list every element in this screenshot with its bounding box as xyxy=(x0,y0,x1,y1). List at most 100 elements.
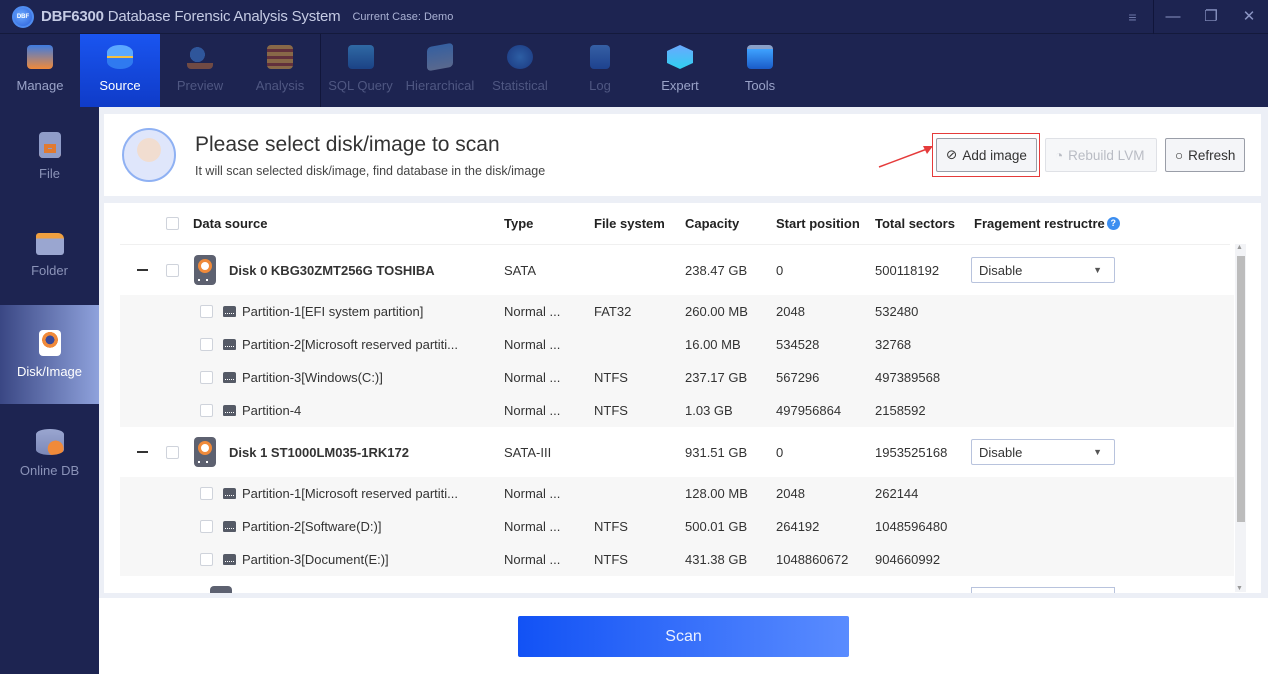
disk-type: SATA-III xyxy=(504,444,552,460)
col-fragment-restructure[interactable]: Fragement restructre ? xyxy=(974,203,1120,244)
partition-file-system: FAT32 xyxy=(594,304,632,319)
partition-row[interactable]: Partition-2[Software(D:)] Normal ... NTFS 5… xyxy=(120,510,1234,543)
partition-file-system: NTFS xyxy=(594,403,628,418)
fragment-select[interactable] xyxy=(971,587,1115,593)
disk-icon xyxy=(210,586,232,593)
file-icon xyxy=(38,132,61,158)
rebuild-lvm-button[interactable]: ◔ Rebuild LVM xyxy=(1045,138,1157,172)
select-all-checkbox[interactable] xyxy=(166,217,179,230)
partition-checkbox[interactable] xyxy=(200,553,213,566)
partition-drive-icon xyxy=(223,488,236,499)
app-name: Database Forensic Analysis System xyxy=(107,8,341,25)
scroll-down-icon[interactable]: ▼ xyxy=(1236,585,1243,592)
partition-type: Normal ... xyxy=(504,337,561,352)
disk-name: Disk 0 KBG30ZMT256G TOSHIBA xyxy=(229,262,435,278)
fragment-select[interactable]: Disable ▼ xyxy=(971,439,1115,465)
tab-tools[interactable]: Tools xyxy=(720,34,800,107)
partition-total-sectors: 497389568 xyxy=(875,370,941,385)
partition-checkbox[interactable] xyxy=(200,487,213,500)
page-subtitle: It will scan selected disk/image, find d… xyxy=(195,164,546,178)
partition-name: Partition-1[EFI system partition] xyxy=(242,304,424,319)
disk-start-position: 0 xyxy=(776,444,784,460)
sidebar-item-disk-image[interactable]: Disk/Image xyxy=(0,305,99,404)
sql-query-icon xyxy=(347,45,374,69)
disk-start-position: 0 xyxy=(776,262,784,278)
partition-capacity: 128.00 MB xyxy=(685,486,748,501)
partition-total-sectors: 2158592 xyxy=(875,403,926,418)
tab-preview[interactable]: Preview xyxy=(160,34,240,107)
sidebar-item-online-db[interactable]: Online DB xyxy=(0,404,99,503)
tab-analysis[interactable]: Analysis xyxy=(240,34,320,107)
partition-capacity: 431.38 GB xyxy=(685,552,748,567)
collapse-icon[interactable] xyxy=(137,269,148,271)
partition-checkbox[interactable] xyxy=(200,338,213,351)
scan-button[interactable]: Scan xyxy=(518,616,849,657)
table-header: Data source Type File system Capacity St… xyxy=(120,203,1230,245)
scroll-thumb[interactable] xyxy=(1237,256,1245,522)
close-button[interactable]: ✕ xyxy=(1230,0,1268,34)
preview-icon xyxy=(187,45,213,69)
tools-icon xyxy=(747,45,773,69)
partition-file-system: NTFS xyxy=(594,552,628,567)
partition-checkbox[interactable] xyxy=(200,305,213,318)
hierarchical-icon xyxy=(427,42,453,72)
sidebar-item-file[interactable]: File xyxy=(0,107,99,206)
fragment-select[interactable]: Disable ▼ xyxy=(971,257,1115,283)
disk-total-sectors: 1953525168 xyxy=(875,444,948,460)
tab-statistical[interactable]: Statistical xyxy=(480,34,560,107)
disk-checkbox[interactable] xyxy=(166,445,179,459)
col-file-system[interactable]: File system xyxy=(594,203,665,244)
minimize-button[interactable]: — xyxy=(1154,0,1192,34)
partition-row[interactable]: Partition-3[Windows(C:)] Normal ... NTFS 23… xyxy=(120,361,1234,394)
disk-checkbox[interactable] xyxy=(166,263,179,277)
chevron-down-icon: ▼ xyxy=(1093,265,1102,275)
help-icon[interactable]: ? xyxy=(1106,217,1120,230)
tab-sql-query[interactable]: SQL Query xyxy=(320,34,400,107)
partition-total-sectors: 1048596480 xyxy=(875,519,948,534)
tab-manage[interactable]: Manage xyxy=(0,34,80,107)
partition-row[interactable]: Partition-1[EFI system partition] Normal … xyxy=(120,295,1234,328)
analysis-icon xyxy=(267,45,293,69)
disk-row[interactable]: Disk 0 KBG30ZMT256G TOSHIBA SATA 238.47 GB… xyxy=(120,245,1234,295)
assistant-avatar xyxy=(122,128,176,182)
col-data-source[interactable]: Data source xyxy=(193,203,267,244)
partition-name: Partition-3[Windows(C:)] xyxy=(242,370,383,385)
disk-icon xyxy=(194,437,216,467)
partition-drive-icon xyxy=(223,554,236,565)
disk-capacity: 931.51 GB xyxy=(685,444,748,460)
partition-checkbox[interactable] xyxy=(200,371,213,384)
add-image-button[interactable]: ⊘ Add image xyxy=(936,138,1037,172)
col-capacity[interactable]: Capacity xyxy=(685,203,739,244)
collapse-icon[interactable] xyxy=(137,451,148,453)
log-icon xyxy=(590,45,610,69)
col-total-sectors[interactable]: Total sectors xyxy=(875,203,955,244)
menu-icon[interactable]: ≡ xyxy=(1112,0,1154,34)
data-source-table: Data source Type File system Capacity St… xyxy=(104,203,1261,593)
partition-checkbox[interactable] xyxy=(200,520,213,533)
app-code: DBF6300 xyxy=(41,8,104,25)
col-type[interactable]: Type xyxy=(504,203,533,244)
disk-row[interactable]: Disk 1 ST1000LM035-1RK172 SATA-III 931.51 … xyxy=(120,427,1234,477)
tab-log[interactable]: Log xyxy=(560,34,640,107)
source-icon xyxy=(107,45,133,69)
partition-row[interactable]: Partition-3[Document(E:)] Normal ... NTFS 4… xyxy=(120,543,1234,576)
partition-row[interactable]: Partition-1[Microsoft reserved partiti..… xyxy=(120,477,1234,510)
partition-capacity: 237.17 GB xyxy=(685,370,748,385)
partition-checkbox[interactable] xyxy=(200,404,213,417)
tab-expert[interactable]: Expert xyxy=(640,34,720,107)
tab-hierarchical[interactable]: Hierarchical xyxy=(400,34,480,107)
partition-row[interactable]: Partition-4 Normal ... NTFS 1.03 GB 49795686… xyxy=(120,394,1234,427)
refresh-button[interactable]: ○ Refresh xyxy=(1165,138,1245,172)
scroll-up-icon[interactable]: ▲ xyxy=(1236,244,1243,251)
window-controls: ≡ — ❐ ✕ xyxy=(1112,0,1268,34)
app-title: DBF6300 Database Forensic Analysis Syste… xyxy=(41,8,341,25)
table-scrollbar[interactable]: ▲ ▼ xyxy=(1235,244,1246,592)
tab-source[interactable]: Source xyxy=(80,34,160,107)
folder-icon xyxy=(35,233,64,255)
partition-type: Normal ... xyxy=(504,519,561,534)
restore-button[interactable]: ❐ xyxy=(1192,0,1230,34)
partition-row[interactable]: Partition-2[Microsoft reserved partiti..… xyxy=(120,328,1234,361)
disk-image-icon xyxy=(38,330,61,356)
sidebar-item-folder[interactable]: Folder xyxy=(0,206,99,305)
col-start-position[interactable]: Start position xyxy=(776,203,860,244)
